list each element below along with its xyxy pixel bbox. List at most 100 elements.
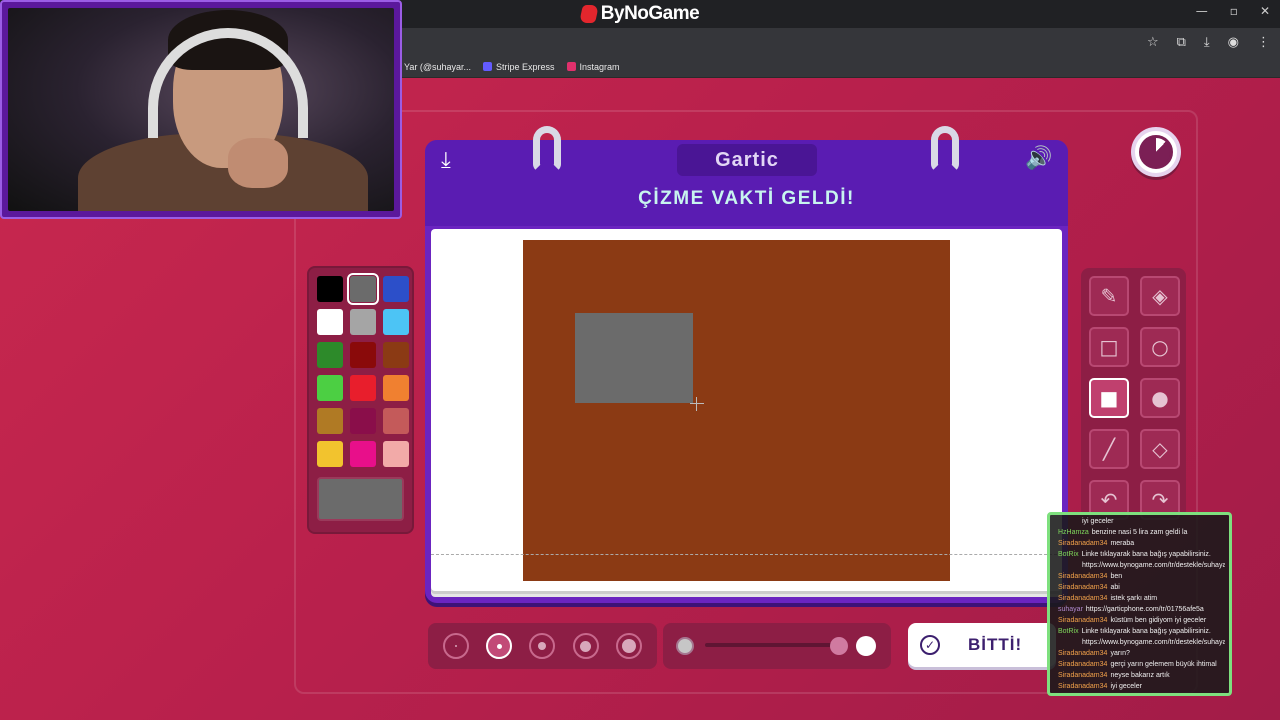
color-swatch[interactable] [383, 441, 409, 467]
chat-username: suhayar [1058, 606, 1083, 613]
bookmark-item[interactable]: Stripe Express [483, 62, 555, 72]
chat-message: Siradanadam34 iyi geceler [1058, 681, 1225, 692]
brush-size-dot [622, 639, 637, 653]
pencil-tool[interactable]: ✎ [1089, 276, 1129, 316]
brush-size-dot [496, 643, 502, 649]
circle-outline-tool[interactable]: ○ [1140, 327, 1180, 367]
bookmark-star-icon[interactable]: ☆ [1147, 35, 1159, 50]
minimize-icon[interactable]: — [1196, 4, 1208, 18]
bookmark-label: Stripe Express [496, 61, 555, 72]
bookmark-item[interactable]: Yar (@suhayar... [404, 62, 471, 72]
close-icon[interactable]: ✕ [1260, 4, 1270, 18]
fill-bucket-tool[interactable]: ◇ [1140, 429, 1180, 469]
downloads-icon[interactable]: ⤓ [1204, 35, 1210, 50]
opacity-bar [663, 623, 891, 669]
crosshair-cursor-icon [690, 397, 704, 411]
chat-text: iyi geceler [1082, 518, 1114, 525]
bynogame-logo-icon [578, 5, 599, 23]
circle-fill-tool[interactable]: ● [1140, 378, 1180, 418]
color-swatch[interactable] [350, 408, 376, 434]
page-title: ÇİZME VAKTİ GELDİ! [638, 188, 855, 209]
chat-text: küstüm ben gidiyom iyi geceler [1110, 617, 1207, 624]
site-name: ByNoGame [600, 3, 700, 24]
download-icon[interactable]: ⤓ [441, 150, 451, 172]
brush-size-button[interactable] [616, 633, 643, 659]
tool-panel: ✎ ◈ □ ○ ■ ● ╱ ◇ ↶ ↷ [1081, 268, 1186, 520]
color-swatch[interactable] [383, 276, 409, 302]
chat-text: https://www.bynogame.com/tr/destekle/suh… [1082, 639, 1225, 646]
chat-message: BotRix Linke tıklayarak bana bağış yapabi… [1058, 549, 1225, 560]
color-swatch[interactable] [383, 408, 409, 434]
profile-icon[interactable]: ◉ [1228, 35, 1239, 50]
color-swatch[interactable] [317, 441, 343, 467]
current-color-preview [317, 477, 404, 521]
chat-text: Linke tıklayarak bana bağış yapabilirsin… [1081, 551, 1211, 558]
color-swatch[interactable] [317, 309, 343, 335]
chat-username: Siradanadam34 [1058, 573, 1108, 580]
opacity-min-icon [676, 637, 694, 655]
chat-message: BotRix Linke tıklayarak bana bağış yapabi… [1058, 626, 1225, 637]
chat-text: abi [1110, 584, 1120, 591]
chat-text: https://www.bynogame.com/tr/destekle/suh… [1082, 562, 1225, 569]
color-swatch[interactable] [317, 276, 343, 302]
color-swatch[interactable] [350, 342, 376, 368]
chat-username: Siradanadam34 [1058, 540, 1108, 547]
chat-text: istek şarkı atim [1110, 595, 1158, 602]
color-swatch[interactable] [317, 408, 343, 434]
chat-text: https://garticphone.com/tr/01756afe5a [1085, 606, 1204, 613]
window-controls: — ▫ ✕ [1196, 4, 1270, 18]
color-swatch[interactable] [383, 309, 409, 335]
color-swatch[interactable] [350, 441, 376, 467]
drawing-card: ⤓ Gartic 🔊 ÇİZME VAKTİ GELDİ! [425, 126, 1068, 603]
chat-message: Siradanadam34 yarın? [1058, 648, 1225, 659]
chat-text: yarın? [1110, 650, 1130, 657]
chat-text: benzine nasi 5 lira zam geldi la [1091, 529, 1188, 536]
card-header: ⤓ Gartic 🔊 ÇİZME VAKTİ GELDİ! [425, 126, 1068, 226]
brush-size-button[interactable] [572, 633, 599, 659]
done-button[interactable]: ✓ BİTTİ! [908, 623, 1056, 667]
tool-grid: ✎ ◈ □ ○ ■ ● ╱ ◇ ↶ ↷ [1089, 276, 1180, 520]
rectangle-outline-tool[interactable]: □ [1089, 327, 1129, 367]
chat-message: suhayar https://garticphone.com/tr/01756a… [1058, 604, 1225, 615]
drawing-canvas[interactable] [523, 240, 950, 581]
check-icon: ✓ [920, 635, 940, 655]
color-swatch[interactable] [350, 309, 376, 335]
bookmark-label: Yar (@suhayar... [404, 61, 471, 72]
chat-username: BotRix [1058, 628, 1079, 635]
opacity-slider-handle[interactable] [830, 637, 848, 655]
brush-size-button[interactable] [529, 633, 556, 659]
speaker-icon[interactable]: 🔊 [1025, 148, 1052, 170]
done-label: BİTTİ! [968, 635, 1023, 654]
eraser-tool[interactable]: ◈ [1140, 276, 1180, 316]
menu-icon[interactable]: ⋮ [1257, 35, 1270, 50]
color-swatch[interactable] [383, 375, 409, 401]
chat-text: neyse bakarız artık [1110, 672, 1170, 679]
rectangle-fill-tool[interactable]: ■ [1089, 378, 1129, 418]
chat-text: ben [1110, 573, 1123, 580]
chat-username: HzHamza [1058, 529, 1089, 536]
restore-icon[interactable]: ▫ [1230, 4, 1238, 18]
paper-sheet [431, 229, 1062, 591]
brush-size-button[interactable] [442, 633, 469, 659]
color-swatch[interactable] [347, 273, 379, 305]
chat-message: https://www.bynogame.com/tr/destekle/suh… [1058, 637, 1225, 648]
site-logo: ByNoGame [578, 3, 700, 25]
brush-size-dot [580, 640, 592, 652]
binder-ring [533, 126, 561, 172]
extensions-icon[interactable]: ⧉ [1177, 35, 1186, 50]
brush-size-button[interactable] [486, 633, 513, 659]
line-tool[interactable]: ╱ [1089, 429, 1129, 469]
chat-username: Siradanadam34 [1058, 672, 1108, 679]
opacity-slider-track[interactable] [705, 643, 835, 647]
chat-text: iyi geceler [1110, 683, 1142, 690]
brush-size-dot [538, 642, 547, 650]
color-palette [307, 266, 414, 534]
chat-message: Siradanadam34 gerçi yarın gelemem büyük i… [1058, 659, 1225, 670]
color-swatch[interactable] [350, 375, 376, 401]
chat-username: Siradanadam34 [1058, 595, 1108, 602]
color-swatch[interactable] [317, 342, 343, 368]
webcam-overlay [0, 0, 402, 219]
bookmark-item[interactable]: Instagram [566, 62, 620, 72]
color-swatch[interactable] [317, 375, 343, 401]
color-swatch[interactable] [383, 342, 409, 368]
